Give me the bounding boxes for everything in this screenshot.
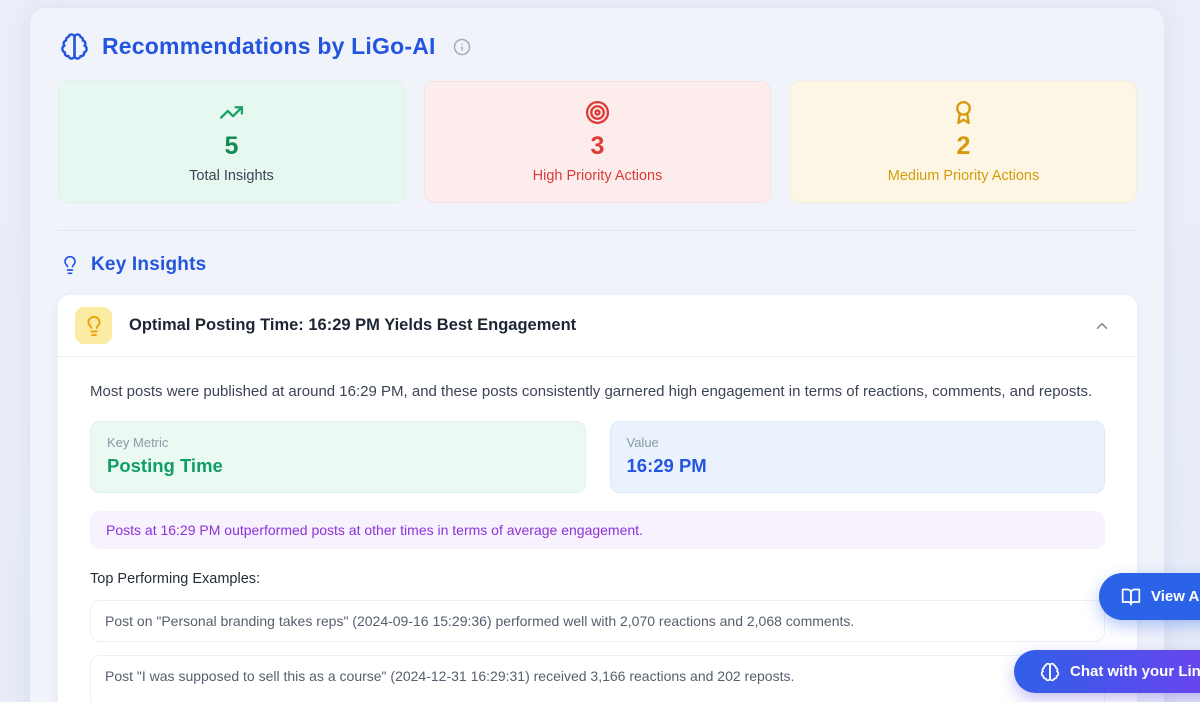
lightbulb-badge-icon (75, 307, 112, 344)
stat-value: 3 (591, 132, 605, 161)
page: Recommendations by LiGo-AI 5 Total Insig… (0, 0, 1200, 702)
value-box: Value 16:29 PM (610, 421, 1106, 493)
insight-summary: Most posts were published at around 16:2… (90, 379, 1100, 405)
stat-card-total-insights: 5 Total Insights (58, 81, 405, 203)
award-icon (951, 100, 976, 125)
chat-label: Chat with your LinkedIn (1070, 663, 1200, 680)
brain-icon (1040, 662, 1060, 682)
value-label: Value (627, 435, 1089, 450)
stat-label: High Priority Actions (533, 168, 663, 184)
key-metric-value: Posting Time (107, 455, 569, 477)
stats-row: 5 Total Insights 3 High Priority Actions (58, 81, 1137, 203)
value-value: 16:29 PM (627, 455, 1089, 477)
insight-note: Posts at 16:29 PM outperformed posts at … (90, 511, 1105, 549)
key-insights-header: Key Insights (58, 254, 1137, 276)
page-title: Recommendations by LiGo-AI (102, 33, 436, 60)
examples-heading: Top Performing Examples: (90, 571, 1105, 587)
book-open-icon (1121, 587, 1141, 607)
insight-card: Optimal Posting Time: 16:29 PM Yields Be… (58, 295, 1137, 702)
brain-icon (60, 32, 89, 61)
key-metric-label: Key Metric (107, 435, 569, 450)
trending-up-icon (219, 100, 244, 125)
target-icon (585, 100, 610, 125)
stat-value: 2 (957, 132, 971, 161)
view-all-button[interactable]: View All (1099, 573, 1200, 620)
stat-label: Medium Priority Actions (888, 168, 1040, 184)
view-all-label: View All (1151, 588, 1200, 605)
info-icon[interactable] (453, 38, 471, 56)
chat-button[interactable]: Chat with your LinkedIn (1014, 650, 1200, 693)
section-divider (58, 230, 1137, 231)
page-header: Recommendations by LiGo-AI (58, 32, 1137, 61)
stat-label: Total Insights (189, 168, 274, 184)
lightbulb-icon (60, 255, 80, 275)
example-row: Post on "Personal branding takes reps" (… (90, 600, 1105, 642)
insight-body: Most posts were published at around 16:2… (58, 357, 1137, 702)
insight-title: Optimal Posting Time: 16:29 PM Yields Be… (129, 316, 1076, 335)
metric-row: Key Metric Posting Time Value 16:29 PM (90, 421, 1105, 493)
stat-card-medium-priority: 2 Medium Priority Actions (790, 81, 1137, 203)
chevron-up-icon[interactable] (1093, 317, 1111, 335)
key-metric-box: Key Metric Posting Time (90, 421, 586, 493)
key-insights-title: Key Insights (91, 254, 206, 276)
recommendations-panel: Recommendations by LiGo-AI 5 Total Insig… (30, 8, 1164, 702)
insight-card-header[interactable]: Optimal Posting Time: 16:29 PM Yields Be… (58, 295, 1137, 357)
example-row: Post "I was supposed to sell this as a c… (90, 655, 1105, 702)
stat-card-high-priority: 3 High Priority Actions (424, 81, 771, 203)
stat-value: 5 (225, 132, 239, 161)
